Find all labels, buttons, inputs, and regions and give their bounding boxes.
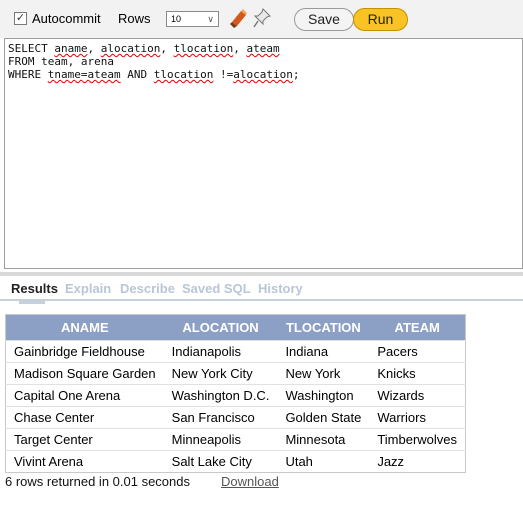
autocommit-checkbox[interactable]: ✓ <box>14 12 27 25</box>
tab-history[interactable]: History <box>258 281 303 296</box>
results-table: ANAME ALOCATION TLOCATION ATEAM Gainbrid… <box>5 314 467 473</box>
save-button[interactable]: Save <box>294 8 354 31</box>
table-cell: Target Center <box>5 428 164 451</box>
sql-token: tname=ateam <box>47 68 121 81</box>
result-status: 6 rows returned in 0.01 seconds <box>5 474 190 489</box>
table-header-row: ANAME ALOCATION TLOCATION ATEAM <box>5 314 466 341</box>
tab-saved-sql[interactable]: Saved SQL <box>182 281 251 296</box>
table-cell: Washington <box>277 384 370 407</box>
sql-token: tlocation <box>153 68 214 81</box>
tab-describe[interactable]: Describe <box>120 281 175 296</box>
table-cell: Wizards <box>369 384 466 407</box>
table-row: Gainbridge Fieldhouse Indianapolis Indiana… <box>5 340 466 363</box>
tab-results[interactable]: Results <box>11 281 58 296</box>
table-cell: Timberwolves <box>369 428 466 451</box>
table-cell: Washington D.C. <box>163 384 278 407</box>
table-cell: San Francisco <box>163 406 278 429</box>
sql-token: alocation <box>100 42 161 55</box>
rows-label: Rows <box>118 11 151 26</box>
table-cell: Madison Square Garden <box>5 362 164 385</box>
table-cell: Indiana <box>277 340 370 363</box>
column-header-tlocation[interactable]: TLOCATION <box>277 314 370 341</box>
table-row: Target Center Minneapolis Minnesota Timberw… <box>5 428 466 451</box>
table-cell: Chase Center <box>5 406 164 429</box>
sql-line-1: SELECT aname, alocation, tlocation, atea… <box>8 42 280 55</box>
download-link[interactable]: Download <box>221 474 279 489</box>
rows-select[interactable]: 10 ∨ <box>166 11 219 27</box>
table-cell: Pacers <box>369 340 466 363</box>
table-row: Capital One Arena Washington D.C. Washingt… <box>5 384 466 407</box>
table-cell: Jazz <box>369 450 466 473</box>
table-cell: Minneapolis <box>163 428 278 451</box>
toolbar: ✓ Autocommit Rows 10 ∨ Save Run <box>0 0 523 38</box>
chevron-down-icon: ∨ <box>207 14 214 24</box>
table-row: Vivint Arena Salt Lake City Utah Jazz <box>5 450 466 473</box>
sql-token: ateam <box>246 42 280 55</box>
results-tabs: Results Explain Describe Saved SQL Histo… <box>0 272 523 304</box>
autocommit-label: Autocommit <box>32 11 101 26</box>
sql-line-2: FROM team, arena <box>8 55 114 68</box>
table-cell: New York <box>277 362 370 385</box>
table-cell: Gainbridge Fieldhouse <box>5 340 164 363</box>
results-body: Gainbridge Fieldhouse Indianapolis Indiana… <box>5 340 466 473</box>
table-cell: Indianapolis <box>163 340 278 363</box>
sql-token: tlocation <box>173 42 234 55</box>
column-header-alocation[interactable]: ALOCATION <box>163 314 278 341</box>
table-cell: New York City <box>163 362 278 385</box>
column-header-aname[interactable]: ANAME <box>5 314 164 341</box>
tab-explain[interactable]: Explain <box>65 281 111 296</box>
eraser-icon[interactable] <box>228 7 250 29</box>
table-cell: Minnesota <box>277 428 370 451</box>
tabs-divider <box>0 299 523 301</box>
table-cell: Capital One Arena <box>5 384 164 407</box>
table-cell: Utah <box>277 450 370 473</box>
column-header-ateam[interactable]: ATEAM <box>369 314 466 341</box>
table-cell: Salt Lake City <box>163 450 278 473</box>
table-cell: Vivint Arena <box>5 450 164 473</box>
table-row: Madison Square Garden New York City New Yo… <box>5 362 466 385</box>
sql-line-3: WHERE tname=ateam AND tlocation !=alocat… <box>8 68 300 81</box>
table-row: Chase Center San Francisco Golden State War… <box>5 406 466 429</box>
run-button[interactable]: Run <box>353 8 408 31</box>
autocommit-toggle[interactable]: ✓ Autocommit <box>14 11 101 26</box>
sql-token: alocation <box>233 68 293 81</box>
sql-token: aname <box>54 42 88 55</box>
pin-icon[interactable] <box>252 7 272 29</box>
sql-editor[interactable]: SELECT aname, alocation, tlocation, atea… <box>4 38 523 269</box>
table-cell: Warriors <box>369 406 466 429</box>
table-cell: Knicks <box>369 362 466 385</box>
rows-select-value: 10 <box>171 14 182 24</box>
table-cell: Golden State <box>277 406 370 429</box>
